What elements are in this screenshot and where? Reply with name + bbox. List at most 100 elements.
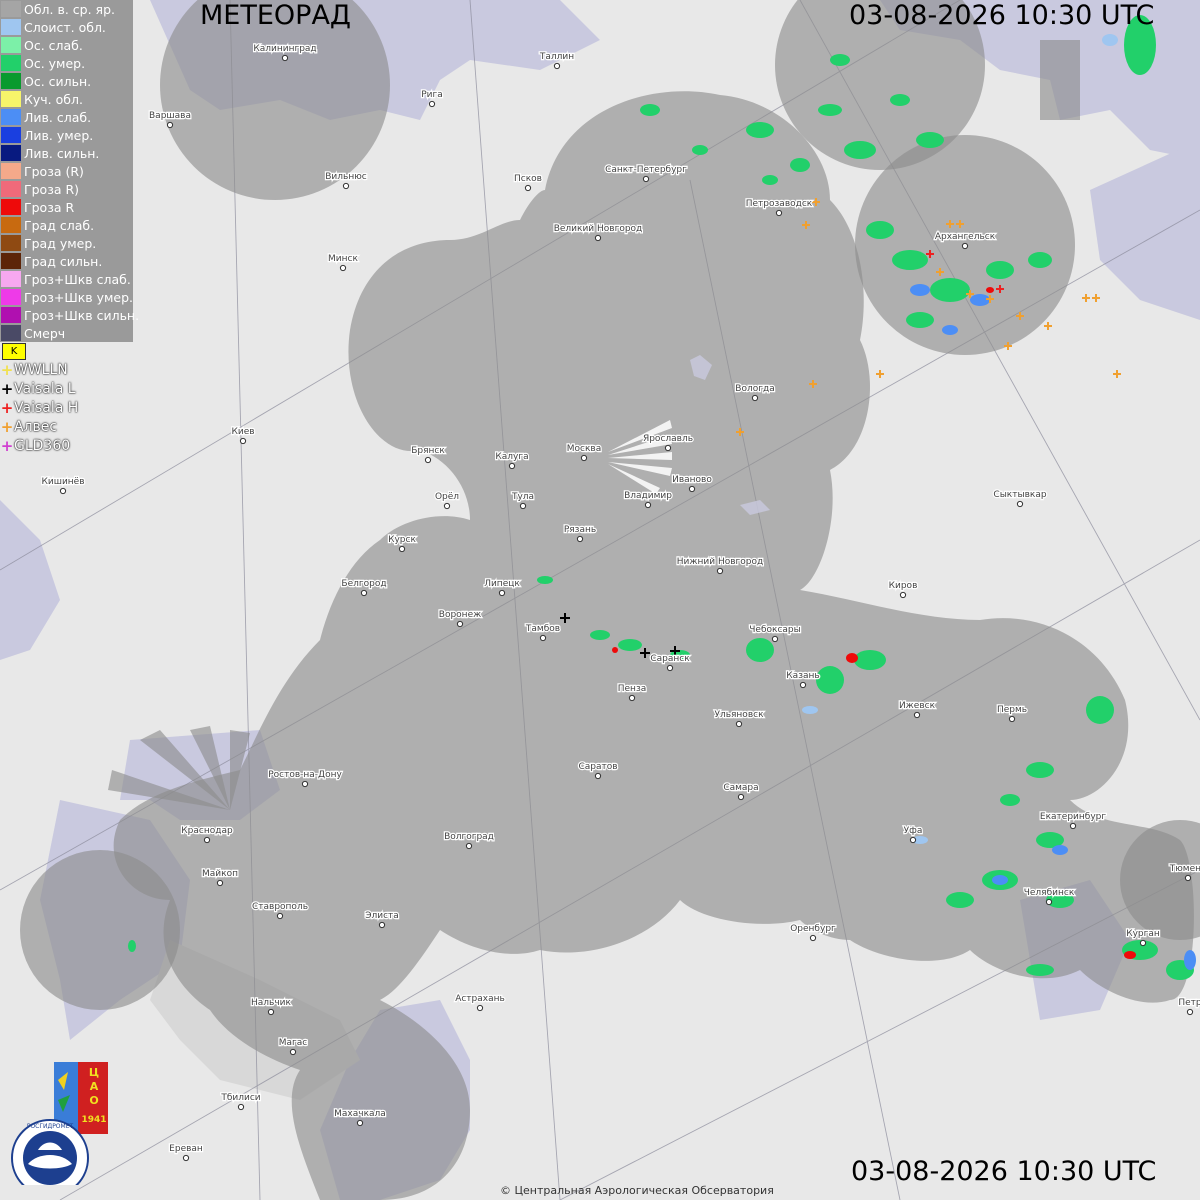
city-label: Самара	[723, 783, 758, 793]
city-dot-icon	[456, 620, 464, 628]
city-dot-icon	[775, 209, 783, 217]
city-dot-icon	[360, 589, 368, 597]
city-label: Ростов-на-Дону	[268, 770, 342, 780]
city-dot-icon	[289, 1048, 297, 1056]
lightning-source-label: GLD360	[14, 437, 71, 454]
legend-swatch	[1, 271, 21, 287]
city-label: Сыктывкар	[993, 490, 1046, 500]
city-label: Пенза	[618, 684, 647, 694]
city-dot-icon	[342, 182, 350, 190]
legend-swatch	[1, 37, 21, 53]
city-label: Москва	[567, 444, 601, 454]
city-dot-icon	[424, 456, 432, 464]
legend-item: Смерч	[0, 324, 133, 342]
legend-item: Град слаб.	[0, 216, 133, 234]
city-dot-icon	[281, 54, 289, 62]
city-dot-icon	[216, 879, 224, 887]
legend-swatch	[1, 19, 21, 35]
legend-item: Гроз+Шкв слаб.	[0, 270, 133, 288]
city-label: Саратов	[578, 762, 617, 772]
legend-label: Гроз+Шкв слаб.	[24, 271, 131, 287]
legend-swatch	[1, 235, 21, 251]
legend-swatch	[1, 55, 21, 71]
city-dot-icon	[239, 437, 247, 445]
city-label: Вологда	[735, 384, 774, 394]
legend-swatch	[1, 253, 21, 269]
legend-swatch	[1, 109, 21, 125]
datetime-top: 03-08-2026 10:30 UTC	[849, 0, 1155, 31]
city-label: Казань	[786, 671, 819, 681]
city-label: Тула	[511, 492, 534, 502]
legend-item: Гроза (R)	[0, 162, 133, 180]
flag-icon: K	[2, 343, 26, 360]
city-label: Иваново	[672, 475, 712, 485]
city-dot-icon	[166, 121, 174, 129]
legend-label: Ос. умер.	[24, 55, 86, 71]
legend-label: Лив. сильн.	[24, 145, 100, 161]
city-label: Тамбов	[525, 624, 560, 634]
city-label: Астрахань	[455, 994, 505, 1004]
city-dot-icon	[524, 184, 532, 192]
city-label: Орёл	[435, 492, 459, 502]
city-label: Курган	[1126, 929, 1160, 939]
legend-label: Ос. сильн.	[24, 73, 92, 89]
city-label: Тбилиси	[220, 1093, 260, 1103]
legend-swatch	[1, 307, 21, 323]
city-dot-icon	[428, 100, 436, 108]
city-dot-icon	[771, 635, 779, 643]
city-label: Ставрополь	[252, 902, 308, 912]
legend-label: Смерч	[24, 325, 66, 341]
city-dot-icon	[737, 793, 745, 801]
city-dot-icon	[267, 1008, 275, 1016]
city-dot-icon	[476, 1004, 484, 1012]
legend-label: Лив. умер.	[24, 127, 94, 143]
city-label: Вильнюс	[325, 172, 367, 182]
lightning-source-label: Vaisala L	[14, 380, 76, 397]
legend-item: Ос. умер.	[0, 54, 133, 72]
legend-swatch	[1, 1, 21, 17]
legend-item: Лив. слаб.	[0, 108, 133, 126]
legend-label: Ос. слаб.	[24, 37, 83, 53]
legend-item: Гроз+Шкв умер.	[0, 288, 133, 306]
city-dot-icon	[443, 502, 451, 510]
legend-swatch	[1, 217, 21, 233]
map-title: МЕТЕОРАД	[200, 0, 352, 31]
city-label: Нальчик	[251, 998, 292, 1008]
city-label: Калининград	[253, 44, 316, 54]
city-dot-icon	[909, 836, 917, 844]
city-label: Оренбург	[790, 924, 836, 934]
city-label: Минск	[328, 254, 358, 264]
city-dot-icon	[1016, 500, 1024, 508]
city-label: Владимир	[624, 491, 672, 501]
lightning-cross-icon: +	[0, 417, 14, 436]
cao-letter-3: О	[89, 1094, 98, 1107]
legend-swatch	[1, 181, 21, 197]
legend-label: Гроз+Шкв умер.	[24, 289, 134, 305]
lightning-source-label: Алвес	[14, 418, 58, 435]
legend-label: Куч. обл.	[24, 91, 83, 107]
city-dot-icon	[1139, 939, 1147, 947]
city-dot-icon	[666, 664, 674, 672]
cao-year: 1941	[81, 1115, 106, 1125]
city-dot-icon	[182, 1154, 190, 1162]
city-dot-icon	[498, 589, 506, 597]
city-label: Ереван	[169, 1144, 203, 1154]
city-dot-icon	[237, 1103, 245, 1111]
legend-item: Град сильн.	[0, 252, 133, 270]
city-label: Архангельск	[935, 232, 996, 242]
city-dot-icon	[1186, 1008, 1194, 1016]
city-dot-icon	[913, 711, 921, 719]
legend-swatch	[1, 199, 21, 215]
lightning-source-item: + Алвес	[0, 417, 120, 436]
city-label: Воронеж	[439, 610, 481, 620]
city-label: Псков	[514, 174, 542, 184]
city-dot-icon	[594, 234, 602, 242]
city-label: Пермь	[997, 705, 1027, 715]
city-dot-icon	[203, 836, 211, 844]
city-dot-icon	[378, 921, 386, 929]
city-dot-icon	[1008, 715, 1016, 723]
legend-item: Гроза R	[0, 198, 133, 216]
legend-label: Слоист. обл.	[24, 19, 106, 35]
legend-swatch	[1, 163, 21, 179]
city-dot-icon	[1045, 898, 1053, 906]
